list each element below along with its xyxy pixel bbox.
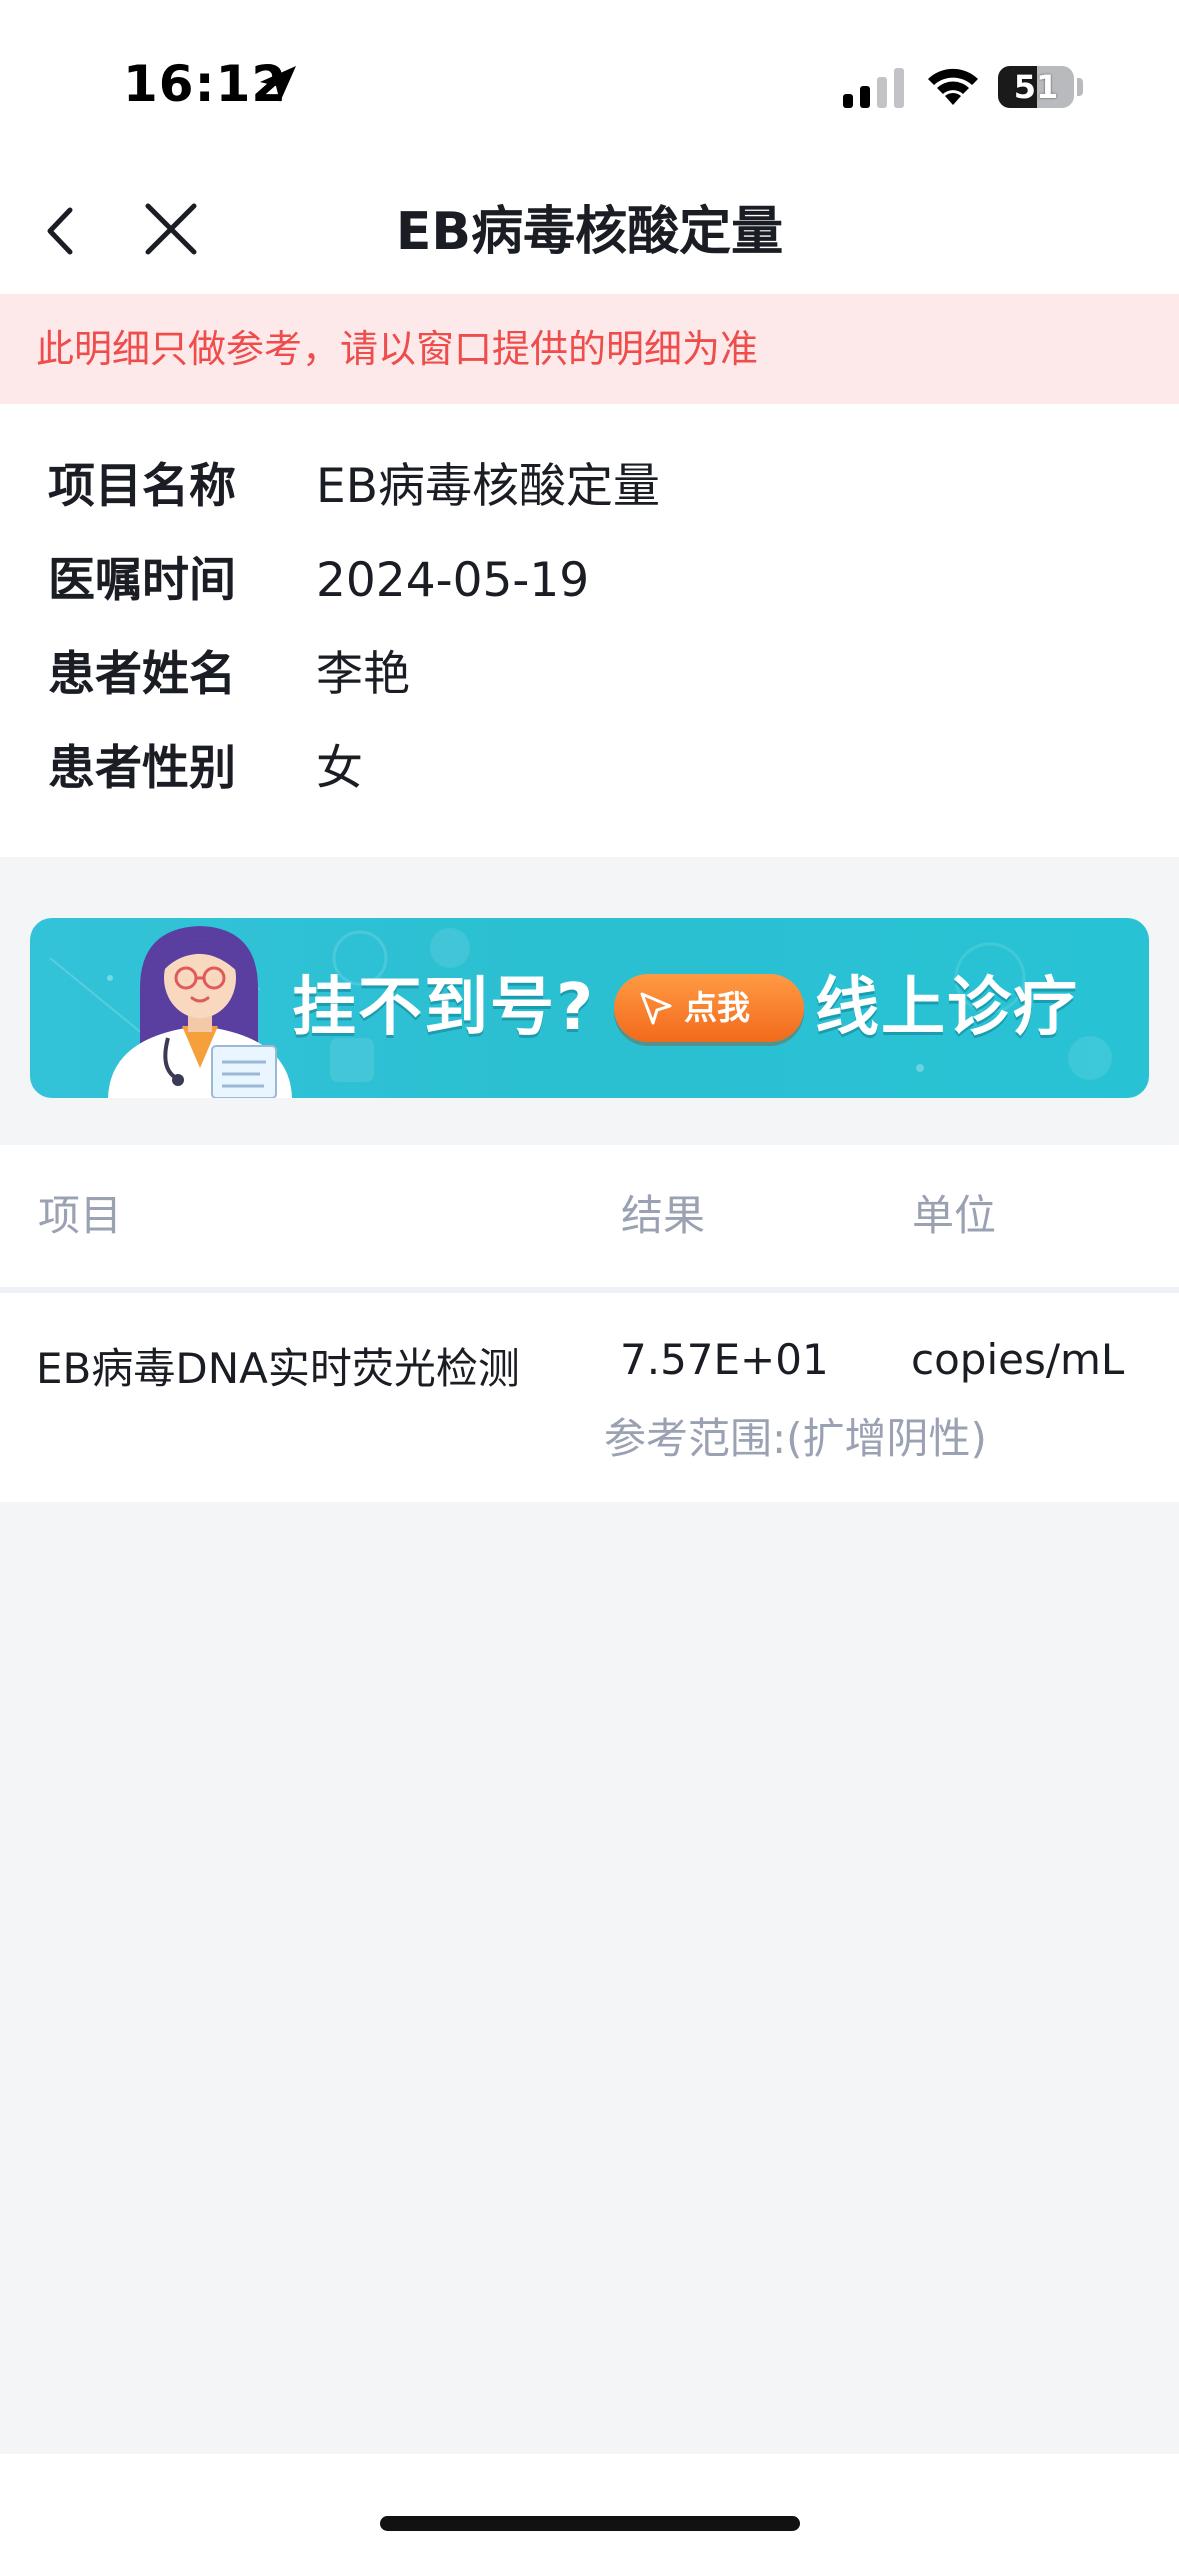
nav-bar: EB病毒核酸定量: [0, 170, 1179, 294]
click-me-label: 点我: [684, 988, 750, 1027]
info-card: 项目名称 EB病毒核酸定量 医嘱时间 2024-05-19 患者姓名 李艳 患者…: [0, 404, 1179, 857]
banner-tail-text: 线上诊疗: [815, 971, 1079, 1045]
cursor-arrow-icon: [640, 992, 672, 1025]
battery-icon: 51: [998, 66, 1074, 108]
info-value: EB病毒核酸定量: [316, 459, 660, 514]
info-label: 项目名称: [48, 459, 236, 514]
notice-banner: 此明细只做参考，请以窗口提供的明细为准: [0, 294, 1179, 404]
info-row-project-name: 项目名称 EB病毒核酸定量: [0, 440, 1179, 534]
info-value: 李艳: [316, 647, 410, 702]
column-header-result: 结果: [621, 1191, 706, 1240]
info-row-patient-name: 患者姓名 李艳: [0, 628, 1179, 722]
column-header-item: 项目: [38, 1191, 123, 1240]
info-row-patient-gender: 患者性别 女: [0, 722, 1179, 816]
close-icon[interactable]: [132, 194, 212, 268]
home-indicator-area: [0, 2454, 1179, 2556]
results-table: 项目 结果 单位 EB病毒DNA实时荧光检测 7.57E+01 copies/m…: [0, 1145, 1179, 1502]
cell-result: 7.57E+01: [620, 1335, 829, 1384]
home-indicator[interactable]: [380, 2516, 800, 2531]
cellular-signal-icon: [843, 68, 904, 108]
cell-unit: copies/mL: [911, 1335, 1125, 1384]
column-header-unit: 单位: [912, 1191, 997, 1240]
cell-item-name: EB病毒DNA实时荧光检测: [36, 1344, 520, 1393]
battery-percent: 51: [1013, 68, 1059, 106]
battery-cap: [1077, 78, 1083, 96]
info-label: 患者姓名: [48, 647, 236, 702]
table-row: EB病毒DNA实时荧光检测 7.57E+01 copies/mL 参考范围:(扩…: [0, 1293, 1179, 1502]
click-me-button[interactable]: 点我: [614, 974, 804, 1042]
info-label: 患者性别: [48, 741, 236, 796]
info-value: 女: [316, 741, 363, 796]
info-row-order-time: 医嘱时间 2024-05-19: [0, 534, 1179, 628]
status-bar: 16:12 51: [0, 0, 1179, 170]
online-consult-banner[interactable]: 挂不到号? 点我 线上诊疗: [30, 918, 1149, 1098]
wifi-icon: [928, 68, 978, 105]
doctor-illustration: [108, 926, 292, 1098]
banner-headline: 挂不到号?: [292, 971, 596, 1045]
info-label: 医嘱时间: [48, 553, 236, 608]
info-value: 2024-05-19: [316, 553, 590, 608]
notice-text: 此明细只做参考，请以窗口提供的明细为准: [36, 327, 759, 371]
chevron-left-icon[interactable]: [30, 194, 104, 268]
cell-reference-range: 参考范围:(扩增阴性): [604, 1414, 987, 1463]
table-header: 项目 结果 单位: [0, 1145, 1179, 1293]
location-arrow-icon: [260, 66, 296, 102]
